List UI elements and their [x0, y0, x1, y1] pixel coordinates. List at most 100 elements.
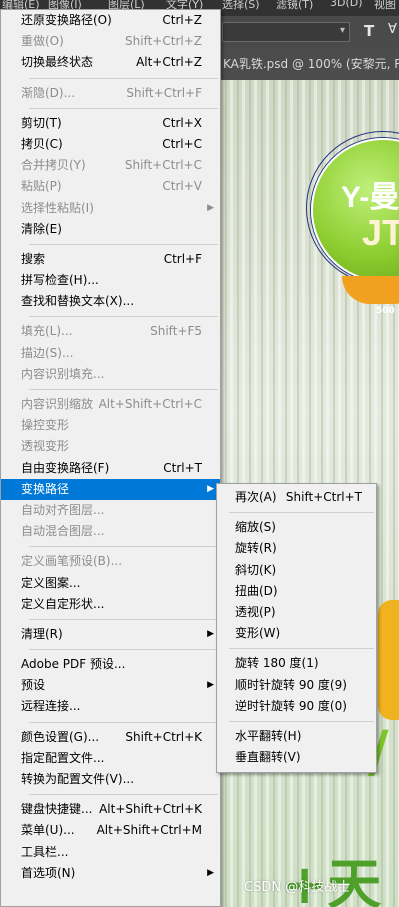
- menu-item-label: 拷贝(C): [21, 136, 63, 151]
- menu-item-copy[interactable]: 拷贝(C) Ctrl+C: [1, 134, 220, 155]
- submenu-item-label: 扭曲(D): [235, 583, 278, 598]
- menubar-view[interactable]: 视图: [374, 0, 396, 12]
- menu-item-label: 合并拷贝(Y): [21, 158, 86, 173]
- submenu-item-rotate[interactable]: 旋转(R): [217, 538, 376, 559]
- menu-item-label: 填充(L)...: [21, 324, 73, 339]
- submenu-item-again[interactable]: 再次(A) Shift+Ctrl+T: [217, 487, 376, 508]
- submenu-item-rotate-90-ccw[interactable]: 逆时针旋转 90 度(0): [217, 696, 376, 717]
- submenu-item-distort[interactable]: 扭曲(D): [217, 581, 376, 602]
- menu-item-perspective-warp[interactable]: 透视变形: [1, 436, 220, 457]
- menu-item-label: 还原变换路径(O): [21, 13, 112, 27]
- menu-item-menus[interactable]: 菜单(U)... Alt+Shift+Ctrl+M: [1, 820, 220, 841]
- submenu-item-label: 逆时针旋转 90 度(0): [235, 698, 347, 713]
- menu-item-define-pattern[interactable]: 定义图案...: [1, 573, 220, 594]
- submenu-item-label: 斜切(K): [235, 562, 277, 577]
- menubar-filter[interactable]: 滤镜(T): [276, 0, 313, 12]
- menu-item-shortcut: Ctrl+F: [163, 251, 202, 266]
- menu-item-cut[interactable]: 剪切(T) Ctrl+X: [1, 113, 220, 134]
- submenu-item-rotate-180[interactable]: 旋转 180 度(1): [217, 653, 376, 674]
- menu-item-color-settings[interactable]: 颜色设置(G)... Shift+Ctrl+K: [1, 727, 220, 748]
- menu-separator: [29, 649, 218, 651]
- menu-item-preferences[interactable]: 首选项(N) ▶: [1, 863, 220, 884]
- submenu-item-label: 旋转 180 度(1): [235, 656, 319, 671]
- submenu-item-scale[interactable]: 缩放(S): [217, 517, 376, 538]
- logo-mid-text: JT: [362, 212, 399, 253]
- menu-item-define-custom-shape[interactable]: 定义自定形状...: [1, 594, 220, 615]
- menu-item-fade[interactable]: 渐隐(D)... Shift+Ctrl+F: [1, 83, 220, 104]
- menu-item-undo[interactable]: 还原变换路径(O) Ctrl+Z: [1, 10, 220, 31]
- menu-item-paste[interactable]: 粘贴(P) Ctrl+V: [1, 176, 220, 197]
- menu-item-define-brush[interactable]: 定义画笔预设(B)...: [1, 551, 220, 572]
- menu-item-purge[interactable]: 清理(R) ▶: [1, 624, 220, 645]
- menu-item-label: 剪切(T): [21, 115, 62, 130]
- edit-menu: 还原变换路径(O) Ctrl+Z 重做(O) Shift+Ctrl+Z 切换最终状态…: [0, 9, 221, 907]
- menu-item-shortcut: Alt+Shift+Ctrl+M: [96, 823, 202, 838]
- menu-item-label: Adobe PDF 预设...: [21, 657, 126, 672]
- menu-item-puppet-warp[interactable]: 操控变形: [1, 415, 220, 436]
- submenu-item-label: 缩放(S): [235, 520, 276, 535]
- menu-item-redo[interactable]: 重做(O) Shift+Ctrl+Z: [1, 31, 220, 52]
- menu-item-remote-connections[interactable]: 远程连接...: [1, 696, 220, 717]
- menu-item-auto-align-layers[interactable]: 自动对齐图层...: [1, 500, 220, 521]
- submenu-item-label: 再次(A): [235, 490, 277, 504]
- submenu-item-flip-vertical[interactable]: 垂直翻转(V): [217, 747, 376, 768]
- menu-item-free-transform-path[interactable]: 自由变换路径(F) Ctrl+T: [1, 458, 220, 479]
- menu-item-presets[interactable]: 预设 ▶: [1, 675, 220, 696]
- menu-item-label: 操控变形: [21, 418, 70, 433]
- submenu-item-shortcut: Shift+Ctrl+T: [285, 490, 362, 504]
- submenu-item-rotate-90-cw[interactable]: 顺时针旋转 90 度(9): [217, 675, 376, 696]
- menu-item-auto-blend-layers[interactable]: 自动混合图层...: [1, 521, 220, 542]
- menubar-select[interactable]: 选择(S): [222, 0, 260, 12]
- menu-item-label: 预设: [21, 678, 46, 693]
- menu-item-label: 变换路径: [21, 481, 70, 496]
- submenu-item-skew[interactable]: 斜切(K): [217, 560, 376, 581]
- menu-item-toolbar[interactable]: 工具栏...: [1, 842, 220, 863]
- submenu-item-warp[interactable]: 变形(W): [217, 623, 376, 644]
- submenu-item-flip-horizontal[interactable]: 水平翻转(H): [217, 726, 376, 747]
- menu-item-spell-check[interactable]: 拼写检查(H)...: [1, 270, 220, 291]
- menu-item-copy-merged[interactable]: 合并拷贝(Y) Shift+Ctrl+C: [1, 155, 220, 176]
- menu-item-label: 定义画笔预设(B)...: [21, 554, 123, 569]
- menu-item-shortcut: Ctrl+T: [163, 460, 202, 475]
- submenu-arrow-icon: ▶: [207, 483, 214, 494]
- menu-item-find-replace[interactable]: 查找和替换文本(X)...: [1, 291, 220, 312]
- text-tool-icon[interactable]: T: [364, 22, 374, 40]
- menu-item-convert-to-profile[interactable]: 转换为配置文件(V)...: [1, 769, 220, 790]
- menu-item-label: 选择性粘贴(I): [21, 200, 94, 215]
- menu-separator: [29, 618, 218, 620]
- document-tab[interactable]: KA乳铁.psd @ 100% (安黎元, RGB/8: [218, 48, 399, 80]
- menu-item-label: 指定配置文件...: [21, 750, 105, 765]
- menu-separator: [29, 243, 218, 245]
- submenu-arrow-icon: ▶: [207, 628, 214, 639]
- menu-item-label: 颜色设置(G)...: [21, 729, 100, 744]
- menu-item-assign-profile[interactable]: 指定配置文件...: [1, 748, 220, 769]
- menu-item-label: 自由变换路径(F): [21, 460, 110, 475]
- menu-item-shortcut: Alt+Shift+Ctrl+C: [98, 397, 202, 411]
- menu-item-label: 描边(S)...: [21, 345, 74, 360]
- menu-item-label: 定义图案...: [21, 575, 81, 590]
- menu-separator: [29, 721, 218, 723]
- menu-item-shortcut: Shift+Ctrl+F: [126, 85, 202, 100]
- menu-item-adobe-pdf-presets[interactable]: Adobe PDF 预设...: [1, 654, 220, 675]
- menu-item-search[interactable]: 搜索 Ctrl+F: [1, 249, 220, 270]
- menu-item-label: 首选项(N): [21, 865, 76, 880]
- menu-item-label: 搜索: [21, 251, 46, 266]
- warp-text-icon[interactable]: Ɐ: [388, 22, 397, 37]
- menu-item-stroke[interactable]: 描边(S)...: [1, 343, 220, 364]
- menu-item-content-aware-scale[interactable]: 内容识别缩放 Alt+Shift+Ctrl+C: [1, 394, 220, 415]
- menu-item-keyboard-shortcuts[interactable]: 键盘快捷键... Alt+Shift+Ctrl+K: [1, 799, 220, 820]
- menu-item-label: 定义自定形状...: [21, 596, 105, 611]
- menu-item-clear[interactable]: 清除(E): [1, 219, 220, 240]
- menubar-3d[interactable]: 3D(D): [330, 0, 363, 9]
- menu-item-label: 透视变形: [21, 439, 70, 454]
- menu-item-shortcut: Ctrl+C: [162, 136, 202, 151]
- menu-item-shortcut: Alt+Shift+Ctrl+K: [99, 802, 202, 817]
- menu-item-content-aware-fill[interactable]: 内容识别填充...: [1, 364, 220, 385]
- logo-top-text: Y-曼: [341, 181, 399, 214]
- menu-item-fill[interactable]: 填充(L)... Shift+F5: [1, 321, 220, 342]
- menu-item-paste-special[interactable]: 选择性粘贴(I) ▶: [1, 198, 220, 219]
- submenu-item-perspective[interactable]: 透视(P): [217, 602, 376, 623]
- menu-item-toggle-last-state[interactable]: 切换最终状态 Alt+Ctrl+Z: [1, 52, 220, 73]
- menu-item-transform-path[interactable]: 变换路径 ▶: [1, 478, 220, 500]
- options-dropdown[interactable]: ▾: [222, 22, 350, 42]
